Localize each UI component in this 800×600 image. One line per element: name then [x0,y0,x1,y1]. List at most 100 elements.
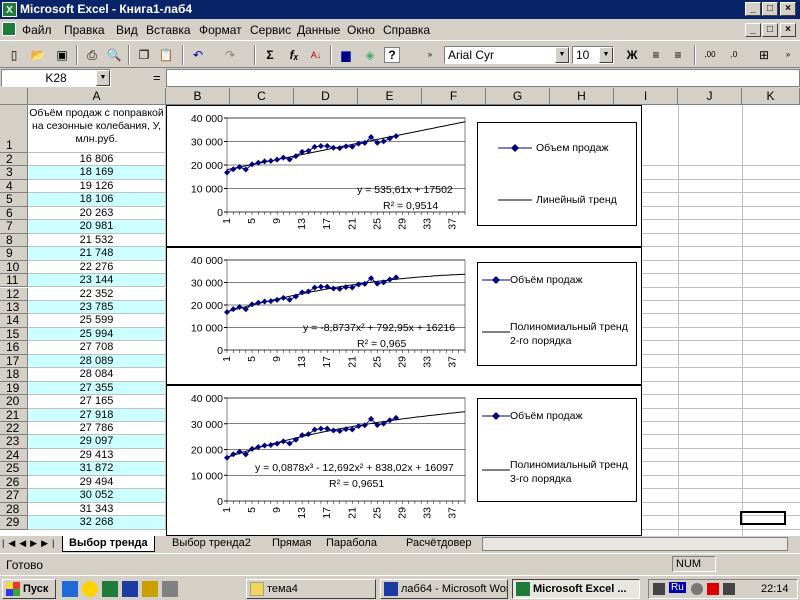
undo-icon[interactable]: ↶ [188,45,208,65]
row-header-3[interactable]: 3 [0,165,28,180]
chevron-down-icon[interactable]: ▼ [96,70,110,86]
row-header-1[interactable]: 1 [0,105,28,153]
row-header-9[interactable]: 9 [0,246,28,261]
decrease-decimal-icon[interactable]: ,0 [724,45,744,65]
doc-minimize-icon[interactable]: _ [745,23,761,37]
chart-poly3-trend[interactable]: 0 10 000 20 000 30 000 40 000 1 5 9 13 17 21 25 29 33… [166,385,642,536]
tray-icon-5[interactable] [723,583,735,595]
tray-icon-1[interactable] [653,583,665,595]
col-header-c[interactable]: C [230,88,294,105]
open-icon[interactable]: 📂 [28,45,48,65]
excel-logo-icon[interactable]: X [2,2,17,17]
select-all-corner[interactable] [0,88,28,105]
cell-a28[interactable]: 31 343 [28,502,166,517]
cell-a18[interactable]: 28 084 [28,368,166,382]
cell-a27[interactable]: 30 052 [28,489,166,503]
function-icon[interactable]: fₓ [284,45,304,65]
cell-a12[interactable]: 22 352 [28,287,166,301]
task-tema4[interactable]: тема4 [246,579,376,599]
quicklaunch-word-icon[interactable] [122,581,138,597]
redo-icon[interactable]: ↷ [220,45,240,65]
row-header-13[interactable]: 13 [0,300,28,315]
col-header-a[interactable]: A [28,88,166,105]
horizontal-scrollbar[interactable] [482,537,788,551]
minimize-icon[interactable]: _ [745,2,761,16]
row-header-26[interactable]: 26 [0,475,28,490]
cell-a10[interactable]: 22 276 [28,260,166,275]
tab-pryamaya[interactable]: Прямая [266,536,318,552]
row-header-16[interactable]: 16 [0,340,28,355]
row-header-2[interactable]: 2 [0,152,28,167]
cell-a19[interactable]: 27 355 [28,381,166,396]
print-icon[interactable]: ⎙ [82,45,102,65]
copy-icon[interactable]: ❐ [134,45,154,65]
tab-raschet[interactable]: Расчётдовер [400,536,477,552]
borders-icon[interactable]: ⊞ [754,45,774,65]
task-word[interactable]: лаб64 - Microsoft Word [380,579,508,599]
new-icon[interactable]: ▯ [4,45,24,65]
row-header-23[interactable]: 23 [0,434,28,449]
volume-icon[interactable] [691,583,703,595]
row-header-24[interactable]: 24 [0,448,28,463]
row-header-11[interactable]: 11 [0,273,28,288]
menu-view[interactable]: Вид [116,23,138,37]
legend-1[interactable]: Объем продаж Линейный тренд [477,122,637,226]
chart-wizard-icon[interactable]: ▆ [336,45,356,65]
more-icon[interactable]: » [420,45,440,65]
chevron-down-icon[interactable]: ▼ [599,47,613,63]
quicklaunch-excel-icon[interactable] [102,581,118,597]
doc-close-icon[interactable]: × [780,23,796,37]
menu-edit[interactable]: Правка [64,23,105,37]
cell-a23[interactable]: 29 097 [28,435,166,449]
row-header-21[interactable]: 21 [0,408,28,422]
bold-button[interactable]: Ж [622,45,642,65]
tab-parabola[interactable]: Парабола [320,536,383,552]
sort-icon[interactable]: A↓ [306,45,326,65]
row-header-28[interactable]: 28 [0,502,28,517]
cell-a16[interactable]: 27 708 [28,341,166,355]
cell-a29[interactable]: 32 268 [28,516,166,530]
task-excel[interactable]: Microsoft Excel ... [512,579,640,599]
cell-a6[interactable]: 20 263 [28,206,166,221]
col-header-h[interactable]: H [550,88,614,105]
col-header-d[interactable]: D [294,88,358,105]
map-icon[interactable]: ◈ [360,45,380,65]
cell-a5[interactable]: 18 106 [28,193,166,207]
maximize-icon[interactable]: □ [762,2,778,16]
tab-vybor-trenda2[interactable]: Выбор тренда2 [166,536,257,552]
cell-a4[interactable]: 19 126 [28,179,166,194]
cell-a8[interactable]: 21 532 [28,233,166,248]
row-header-27[interactable]: 27 [0,488,28,503]
chart-linear-trend[interactable]: 0 10 000 20 000 30 000 40 000 1 5 9 13 17 21 25 29 33… [166,105,642,247]
menu-data[interactable]: Данные [297,23,340,37]
row-header-4[interactable]: 4 [0,179,28,194]
cell-a22[interactable]: 27 786 [28,422,166,436]
row-header-17[interactable]: 17 [0,354,28,369]
row-header-5[interactable]: 5 [0,192,28,207]
cell-a15[interactable]: 25 994 [28,327,166,342]
align-center-icon[interactable]: ≡ [646,45,666,65]
font-size-select[interactable]: 10 ▼ [572,46,614,64]
col-header-k[interactable]: K [742,88,800,105]
row-header-25[interactable]: 25 [0,461,28,476]
preview-icon[interactable]: 🔍 [104,45,124,65]
workbook-icon[interactable] [2,22,16,36]
menu-insert[interactable]: Вставка [146,23,191,37]
cell-a26[interactable]: 29 494 [28,475,166,490]
cell-a11[interactable]: 23 144 [28,274,166,288]
more-icon-2[interactable]: » [778,45,798,65]
row-header-7[interactable]: 7 [0,219,28,234]
cell-a25[interactable]: 31 872 [28,462,166,476]
cell-a14[interactable]: 25 599 [28,314,166,328]
col-header-b[interactable]: B [166,88,230,105]
row-header-6[interactable]: 6 [0,206,28,221]
active-cell-k28[interactable] [740,511,786,525]
language-indicator[interactable]: Ru [669,582,686,593]
tab-scroll-arrows-icon[interactable]: |◀◀▶▶| [2,538,58,549]
chevron-down-icon[interactable]: ▼ [555,47,569,63]
quicklaunch-icon-5[interactable] [142,581,158,597]
close-icon[interactable]: × [780,2,796,16]
tab-vybor-trenda[interactable]: Выбор тренда [62,536,155,552]
legend-3[interactable]: Объём продаж Полиномиальный тренд 3-го п… [477,398,637,502]
doc-restore-icon[interactable]: □ [762,23,778,37]
